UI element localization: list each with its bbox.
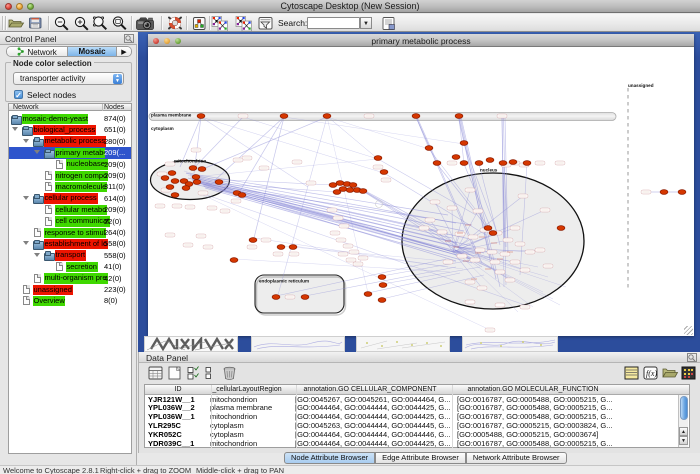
svg-text:unassigned: unassigned [628,83,654,88]
svg-text:mitochondrion: mitochondrion [174,159,206,164]
svg-text:f(x): f(x) [646,369,657,378]
svg-text:endoplasmic reticulum: endoplasmic reticulum [259,279,309,284]
svg-text:cytoplasm: cytoplasm [151,126,174,131]
svg-text:plasma membrane: plasma membrane [151,113,192,118]
svg-text:nucleus: nucleus [480,168,498,173]
